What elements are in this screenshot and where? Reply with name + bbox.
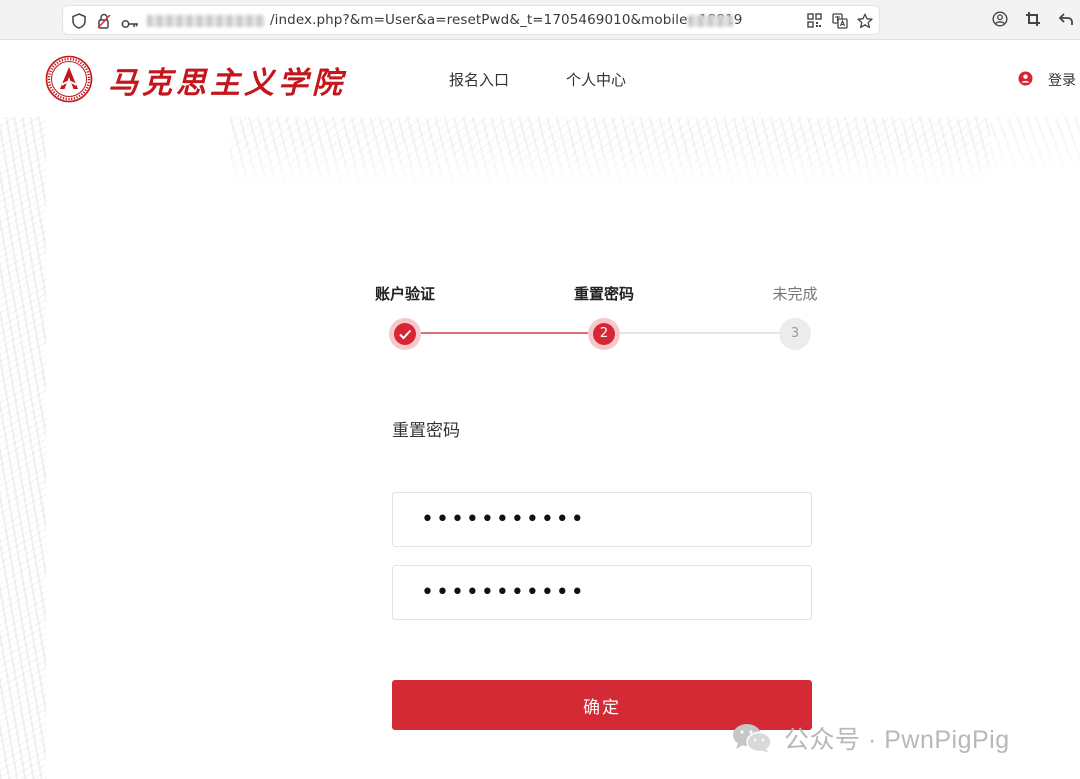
step-connector-2 [620, 332, 779, 334]
new-password-field[interactable] [392, 492, 812, 547]
translate-icon[interactable] [832, 13, 848, 33]
lock-icon[interactable] [97, 13, 111, 33]
college-emblem[interactable] [45, 55, 93, 103]
address-bar[interactable]: /index.php?&m=User&a=resetPwd&_t=1705469… [62, 5, 880, 35]
back-icon[interactable] [1058, 11, 1074, 31]
background-pattern-right [990, 117, 1080, 177]
url-text: /index.php?&m=User&a=resetPwd&_t=1705469… [270, 12, 743, 28]
nav-register-entry[interactable]: 报名入口 [449, 69, 509, 90]
step-2-number: 2 [593, 323, 615, 345]
star-icon[interactable] [857, 13, 873, 33]
wechat-icon [732, 722, 774, 758]
key-icon[interactable] [121, 15, 139, 34]
step-label-incomplete: 未完成 [772, 285, 818, 303]
shield-icon[interactable] [72, 13, 86, 33]
confirm-password-field[interactable] [392, 565, 812, 620]
nav-personal-center[interactable]: 个人中心 [566, 69, 626, 90]
qr-code-icon[interactable] [807, 13, 822, 32]
login-label: 登录 [1048, 73, 1076, 89]
url-mobile-redacted [688, 15, 733, 27]
site-name[interactable]: 马克思主义学院 [108, 58, 346, 102]
form-title: 重置密码 [392, 421, 460, 441]
watermark-text: 公众号 · PwnPigPig [784, 726, 1010, 754]
step-1-done [389, 318, 421, 350]
site-header: 马克思主义学院 报名入口 个人中心 登录 [0, 40, 1080, 117]
step-label-account-verify: 账户验证 [374, 285, 436, 303]
browser-toolbar: /index.php?&m=User&a=resetPwd&_t=1705469… [0, 0, 1080, 40]
background-pattern-left [0, 117, 46, 779]
crop-icon[interactable] [1025, 11, 1041, 31]
step-label-reset-password: 重置密码 [573, 285, 635, 303]
step-2-active: 2 [588, 318, 620, 350]
url-host-redacted [147, 15, 265, 27]
step-connector-1 [421, 332, 588, 334]
step-3-pending: 3 [779, 318, 811, 350]
background-pattern-top [230, 117, 990, 189]
check-icon [394, 323, 416, 345]
account-icon[interactable] [992, 11, 1008, 31]
user-icon [1018, 71, 1033, 90]
